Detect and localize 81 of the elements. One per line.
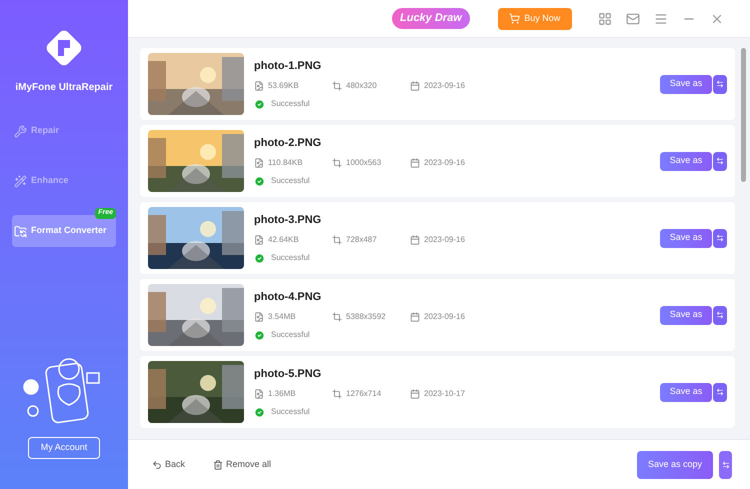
status-text: Successful: [271, 406, 310, 418]
save-as-button[interactable]: Save as: [660, 306, 712, 324]
sidebar-item[interactable]: Repair: [12, 115, 116, 147]
crop-icon: [332, 389, 342, 400]
file-size: 1.36MB: [268, 388, 296, 400]
swap-icon: [716, 311, 724, 319]
my-account-button[interactable]: My Account: [28, 437, 100, 459]
save-as-copy-button[interactable]: Save as copy: [637, 450, 713, 478]
file-icon: [254, 81, 264, 92]
file-date: 2023-09-16: [424, 234, 465, 246]
swap-button[interactable]: [713, 306, 727, 324]
calendar-icon: [410, 389, 420, 400]
calendar-icon: [410, 81, 420, 92]
file-date: 2023-09-16: [424, 80, 465, 92]
calendar-icon: [410, 235, 420, 246]
file-date: 2023-10-17: [424, 388, 465, 400]
status-text: Successful: [271, 329, 310, 342]
calendar-icon: [410, 158, 420, 168]
file-name: photo-4.PNG: [254, 290, 322, 305]
back-button[interactable]: Back: [152, 458, 186, 472]
item-icon: [14, 224, 27, 238]
file-size: 53.69KB: [268, 80, 299, 92]
swap-icon: [716, 157, 724, 165]
swap-button[interactable]: [713, 382, 727, 402]
sidebar-item[interactable]: Format Converter: [12, 215, 116, 247]
swap-button[interactable]: [713, 152, 727, 170]
file-dimensions: 480x320: [346, 80, 377, 92]
sidebar-item[interactable]: Enhance: [12, 165, 116, 197]
file-date: 2023-09-16: [424, 157, 465, 170]
status-text: Successful: [271, 252, 310, 264]
file-icon: [254, 312, 264, 322]
swap-button[interactable]: [719, 450, 732, 478]
lucky-draw-banner[interactable]: Lucky Draw: [392, 8, 470, 29]
success-icon: [254, 98, 265, 110]
back-icon: [152, 460, 162, 470]
grid-icon[interactable]: [598, 12, 612, 26]
swap-icon: [716, 80, 724, 88]
file-dimensions: 728x487: [346, 234, 377, 246]
file-icon: [254, 235, 264, 246]
calendar-icon: [410, 312, 420, 322]
crop-icon: [332, 81, 342, 92]
save-as-button[interactable]: Save as: [660, 152, 712, 170]
file-size: 42.64KB: [268, 234, 299, 246]
file-dimensions: 1000x563: [346, 157, 382, 170]
file-icon: [254, 389, 264, 400]
success-icon: [254, 176, 265, 187]
file-name: photo-3.PNG: [254, 212, 322, 228]
save-as-button[interactable]: Save as: [660, 74, 712, 94]
item-icon: [14, 174, 27, 188]
success-icon: [254, 330, 265, 341]
success-icon: [254, 406, 265, 418]
buy-now-button[interactable]: Buy Now: [498, 8, 572, 30]
file-icon: [254, 158, 264, 168]
file-name: photo-2.PNG: [254, 136, 322, 151]
menu-icon[interactable]: [654, 12, 668, 26]
file-date: 2023-09-16: [424, 311, 465, 324]
crop-icon: [332, 312, 342, 322]
trash-icon: [213, 460, 224, 470]
swap-button[interactable]: [713, 228, 727, 248]
file-size: 110.84KB: [268, 157, 303, 170]
remove-all-button[interactable]: Remove all: [213, 458, 272, 472]
file-dimensions: 5388x3592: [346, 311, 386, 324]
crop-icon: [332, 235, 342, 246]
swap-button[interactable]: [713, 74, 727, 94]
crop-icon: [332, 158, 342, 168]
app-name: iMyFone UltraRepair: [15, 81, 113, 95]
item-icon: [14, 124, 27, 138]
cart-icon: [509, 13, 520, 24]
status-text: Successful: [271, 98, 310, 110]
file-name: photo-1.PNG: [254, 58, 322, 74]
file-dimensions: 1276x714: [346, 388, 382, 400]
status-text: Successful: [271, 175, 310, 188]
file-name: photo-5.PNG: [254, 366, 322, 382]
save-as-button[interactable]: Save as: [660, 382, 712, 402]
file-size: 3.54MB: [268, 311, 296, 324]
swap-icon: [716, 388, 724, 396]
success-icon: [254, 252, 265, 264]
swap-icon: [716, 234, 724, 242]
swap-icon: [722, 460, 730, 468]
save-as-button[interactable]: Save as: [660, 228, 712, 248]
mail-icon[interactable]: [626, 12, 640, 26]
